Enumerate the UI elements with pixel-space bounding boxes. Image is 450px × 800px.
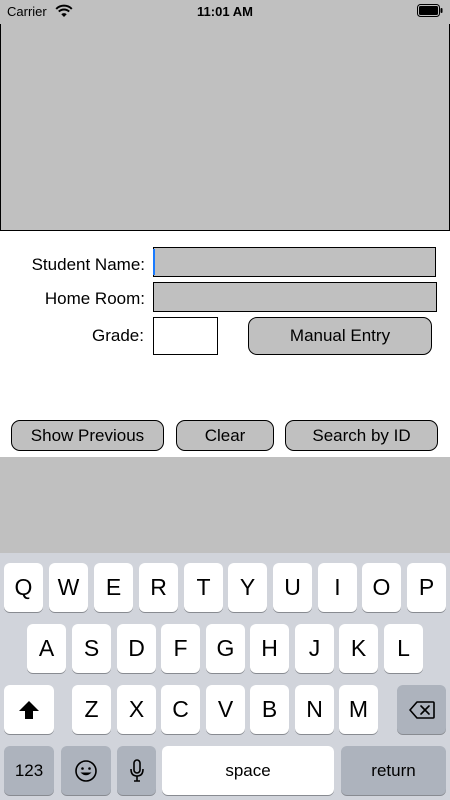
key-v[interactable]: V xyxy=(206,685,245,734)
key-g[interactable]: G xyxy=(206,624,245,673)
clear-button[interactable]: Clear xyxy=(176,420,274,451)
home-room-label: Home Room: xyxy=(44,289,145,308)
backspace-icon xyxy=(408,700,435,719)
key-h[interactable]: H xyxy=(250,624,289,673)
key-f[interactable]: F xyxy=(161,624,200,673)
search-by-id-button[interactable]: Search by ID xyxy=(285,420,438,451)
key-q[interactable]: Q xyxy=(4,563,43,612)
key-o[interactable]: O xyxy=(362,563,401,612)
onscreen-keyboard: Q W E R T Y U I O P A S D F G H J K L Z … xyxy=(0,553,450,800)
student-name-field[interactable] xyxy=(153,247,436,277)
key-b[interactable]: B xyxy=(250,685,289,734)
show-previous-button[interactable]: Show Previous xyxy=(11,420,164,451)
battery-icon xyxy=(417,4,443,17)
grade-field[interactable] xyxy=(153,317,218,355)
key-k[interactable]: K xyxy=(339,624,378,673)
scanner-preview[interactable] xyxy=(0,24,450,231)
key-m[interactable]: M xyxy=(339,685,378,734)
shift-key[interactable] xyxy=(4,685,54,734)
key-u[interactable]: U xyxy=(273,563,312,612)
backspace-key[interactable] xyxy=(397,685,446,734)
student-name-label: Student Name: xyxy=(31,255,145,274)
key-y[interactable]: Y xyxy=(228,563,267,612)
key-l[interactable]: L xyxy=(384,624,423,673)
key-a[interactable]: A xyxy=(27,624,66,673)
clock: 11:01 AM xyxy=(197,4,253,19)
key-x[interactable]: X xyxy=(117,685,156,734)
key-c[interactable]: C xyxy=(161,685,200,734)
emoji-key[interactable] xyxy=(61,746,111,795)
status-bar: Carrier 11:01 AM xyxy=(0,0,450,24)
key-s[interactable]: S xyxy=(72,624,111,673)
return-key[interactable]: return xyxy=(341,746,446,795)
manual-entry-button[interactable]: Manual Entry xyxy=(248,317,432,355)
numbers-key[interactable]: 123 xyxy=(4,746,54,795)
dictation-key[interactable] xyxy=(117,746,156,795)
key-j[interactable]: J xyxy=(295,624,334,673)
microphone-icon xyxy=(129,758,144,782)
home-room-field[interactable] xyxy=(153,282,437,312)
grade-label: Grade: xyxy=(92,326,144,345)
space-key[interactable]: space xyxy=(162,746,334,795)
key-d[interactable]: D xyxy=(117,624,156,673)
student-form: Student Name: Home Room: Grade: Manual E… xyxy=(0,231,450,457)
key-p[interactable]: P xyxy=(407,563,446,612)
key-w[interactable]: W xyxy=(49,563,88,612)
key-t[interactable]: T xyxy=(184,563,223,612)
empty-area xyxy=(0,457,450,553)
key-i[interactable]: I xyxy=(318,563,357,612)
text-caret xyxy=(153,249,155,275)
key-n[interactable]: N xyxy=(295,685,334,734)
key-e[interactable]: E xyxy=(94,563,133,612)
shift-icon xyxy=(19,700,39,719)
key-z[interactable]: Z xyxy=(72,685,111,734)
key-r[interactable]: R xyxy=(139,563,178,612)
emoji-icon xyxy=(75,759,97,782)
